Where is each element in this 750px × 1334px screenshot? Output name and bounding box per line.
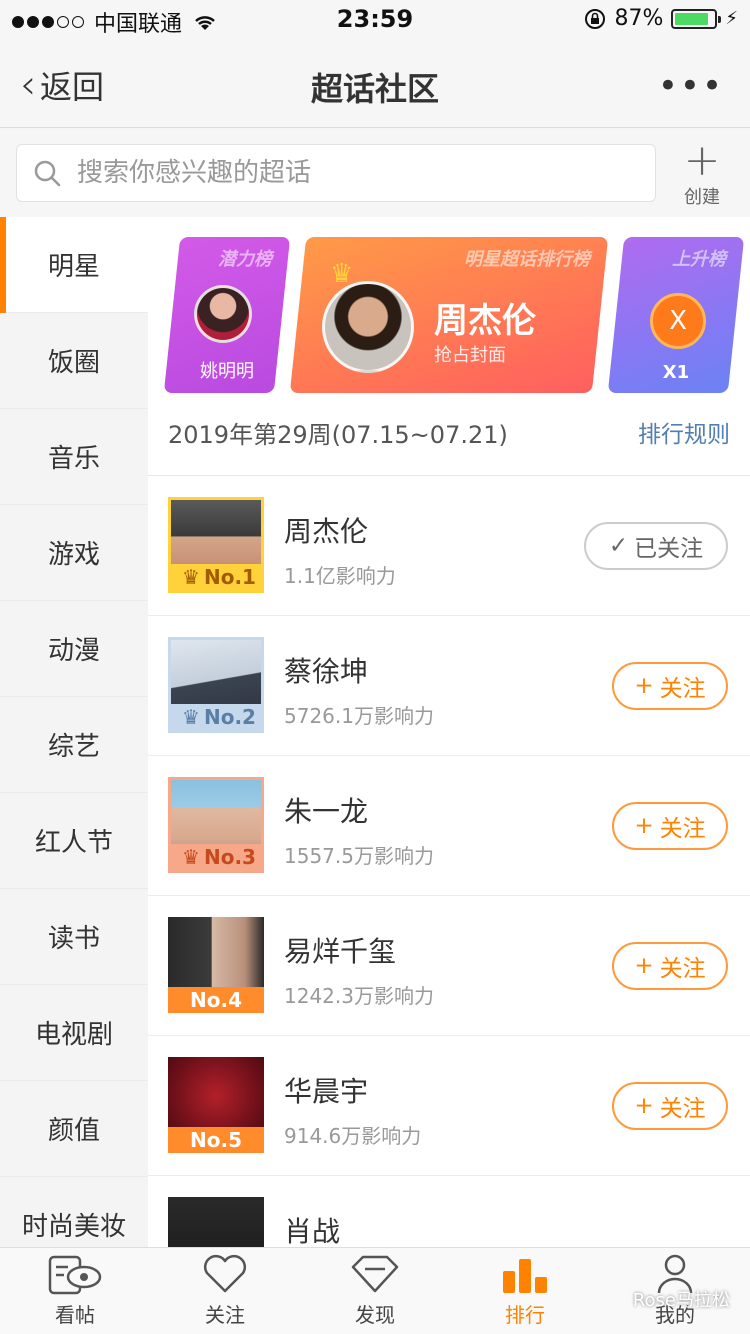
- battery-icon: [671, 8, 722, 29]
- list-item[interactable]: No.5 华晨宇 914.6万影响力 + 关注: [148, 1036, 750, 1176]
- plus-icon: +: [634, 673, 654, 699]
- crown-icon: ♛: [182, 565, 200, 589]
- sidebar-item-music[interactable]: 音乐: [0, 409, 148, 505]
- tab-ranking[interactable]: 排行: [450, 1248, 600, 1334]
- search-input[interactable]: [77, 158, 637, 188]
- sidebar-item-looks[interactable]: 颜值: [0, 1081, 148, 1177]
- ranking-rules-link[interactable]: 排行规则: [638, 415, 730, 449]
- banner-tag: 上升榜: [672, 249, 726, 270]
- ranking-week: 2019年第29周(07.15~07.21): [168, 421, 508, 449]
- rank-badge: ♛ No.1: [171, 564, 261, 590]
- plus-icon: +: [634, 1093, 654, 1119]
- avatar: ♛ No.3: [168, 777, 264, 873]
- sidebar-item-variety[interactable]: 综艺: [0, 697, 148, 793]
- status-bar: 中国联通 23:59 87% ⚡: [0, 0, 750, 40]
- rank-badge: No.5: [168, 1127, 264, 1153]
- rank-badge: ♛ No.3: [171, 844, 261, 870]
- create-button[interactable]: + 创建: [670, 139, 734, 209]
- avatar: [168, 1197, 264, 1247]
- ranking-banners: 潜力榜 姚明明 明星超话排行榜 ♛ 周杰伦 抢占封面 上升榜 X X1: [163, 237, 750, 393]
- avatar: [194, 285, 252, 343]
- group-logo: X: [650, 293, 706, 349]
- watermark: Rose马拉松: [632, 1290, 730, 1311]
- list-item[interactable]: 肖战: [148, 1176, 750, 1247]
- search-icon: [17, 158, 77, 188]
- list-item[interactable]: ♛ No.3 朱一龙 1557.5万影响力 + 关注: [148, 756, 750, 896]
- avatar: ♛ No.1: [168, 497, 264, 593]
- sidebar-item-games[interactable]: 游戏: [0, 505, 148, 601]
- influence-value: 914.6万影响力: [284, 1124, 422, 1148]
- banner-tag: 潜力榜: [218, 249, 272, 270]
- tab-label: 看帖: [55, 1303, 95, 1327]
- star-name: 肖战: [284, 1215, 341, 1247]
- banner-name: X1: [662, 362, 690, 383]
- sidebar-item-tv[interactable]: 电视剧: [0, 985, 148, 1081]
- sidebar-item-anime[interactable]: 动漫: [0, 601, 148, 697]
- banner-tag: 明星超话排行榜: [464, 249, 590, 270]
- navigation-bar: ‹ 返回 超话社区 •••: [0, 40, 750, 128]
- diamond-icon: [351, 1255, 399, 1293]
- search-bar: + 创建: [0, 129, 750, 217]
- sidebar-item-influencer[interactable]: 红人节: [0, 793, 148, 889]
- ranking-panel: 潜力榜 姚明明 明星超话排行榜 ♛ 周杰伦 抢占封面 上升榜 X X1 2019…: [148, 217, 750, 1247]
- charging-icon: ⚡: [725, 8, 738, 29]
- follow-button[interactable]: + 关注: [612, 942, 728, 990]
- star-ranking-card[interactable]: 明星超话排行榜 ♛ 周杰伦 抢占封面: [289, 237, 609, 393]
- sidebar-item-fandom[interactable]: 饭圈: [0, 313, 148, 409]
- bar-chart-icon: [503, 1259, 547, 1293]
- banner-name: 姚明明: [200, 361, 254, 382]
- avatar: No.4: [168, 917, 264, 1013]
- potential-ranking-card[interactable]: 潜力榜 姚明明: [163, 237, 291, 393]
- star-name: 朱一龙: [284, 795, 369, 828]
- banner-name: 周杰伦: [434, 301, 536, 341]
- heart-icon: [203, 1254, 247, 1293]
- plus-icon: +: [634, 953, 654, 979]
- influence-value: 1557.5万影响力: [284, 844, 434, 868]
- rank-badge: ♛ No.2: [171, 704, 261, 730]
- influence-value: 5726.1万影响力: [284, 704, 434, 728]
- posts-eye-icon: [48, 1255, 102, 1295]
- battery-percent: 87%: [614, 6, 664, 31]
- influence-value: 1.1亿影响力: [284, 564, 396, 588]
- status-right: 87% ⚡: [584, 6, 738, 31]
- search-box[interactable]: [16, 144, 656, 202]
- follow-button[interactable]: + 关注: [612, 1082, 728, 1130]
- plus-icon: +: [683, 135, 721, 186]
- tab-posts[interactable]: 看帖: [0, 1248, 150, 1334]
- page-title: 超话社区: [310, 70, 439, 108]
- tab-follow[interactable]: 关注: [150, 1248, 300, 1334]
- avatar: ♛ No.2: [168, 637, 264, 733]
- tab-label: 排行: [505, 1303, 545, 1327]
- rank-badge: No.4: [168, 987, 264, 1013]
- create-label: 创建: [684, 187, 720, 208]
- list-item[interactable]: No.4 易烊千玺 1242.3万影响力 + 关注: [148, 896, 750, 1036]
- follow-button[interactable]: + 关注: [612, 802, 728, 850]
- ranking-list: ♛ No.1 周杰伦 1.1亿影响力 ✓ 已关注 ♛ No.2 蔡徐坤 5726.1万…: [148, 476, 750, 1247]
- star-name: 蔡徐坤: [284, 655, 369, 688]
- tab-label: 发现: [355, 1303, 395, 1327]
- list-item[interactable]: ♛ No.1 周杰伦 1.1亿影响力 ✓ 已关注: [148, 476, 750, 616]
- tab-discover[interactable]: 发现: [300, 1248, 450, 1334]
- rising-ranking-card[interactable]: 上升榜 X X1: [607, 237, 745, 393]
- avatar: No.5: [168, 1057, 264, 1153]
- tab-label: 关注: [205, 1303, 245, 1327]
- banner-subtitle: 抢占封面: [434, 345, 506, 366]
- more-icon[interactable]: •••: [658, 66, 724, 106]
- followed-button[interactable]: ✓ 已关注: [584, 522, 728, 570]
- sidebar-item-books[interactable]: 读书: [0, 889, 148, 985]
- star-name: 易烊千玺: [284, 935, 397, 968]
- sidebar-item-stars[interactable]: 明星: [0, 217, 148, 313]
- category-sidebar: 明星 饭圈 音乐 游戏 动漫 综艺 红人节 读书 电视剧 颜值 时尚美妆: [0, 217, 148, 1273]
- plus-icon: +: [634, 813, 654, 839]
- star-name: 周杰伦: [284, 515, 369, 548]
- avatar: [322, 281, 414, 373]
- crown-icon: ♛: [182, 845, 200, 869]
- follow-button[interactable]: + 关注: [612, 662, 728, 710]
- check-icon: ✓: [608, 533, 629, 559]
- orientation-lock-icon: [585, 8, 606, 29]
- crown-icon: ♛: [182, 705, 200, 729]
- influence-value: 1242.3万影响力: [284, 984, 434, 1008]
- star-name: 华晨宇: [284, 1075, 369, 1108]
- list-item[interactable]: ♛ No.2 蔡徐坤 5726.1万影响力 + 关注: [148, 616, 750, 756]
